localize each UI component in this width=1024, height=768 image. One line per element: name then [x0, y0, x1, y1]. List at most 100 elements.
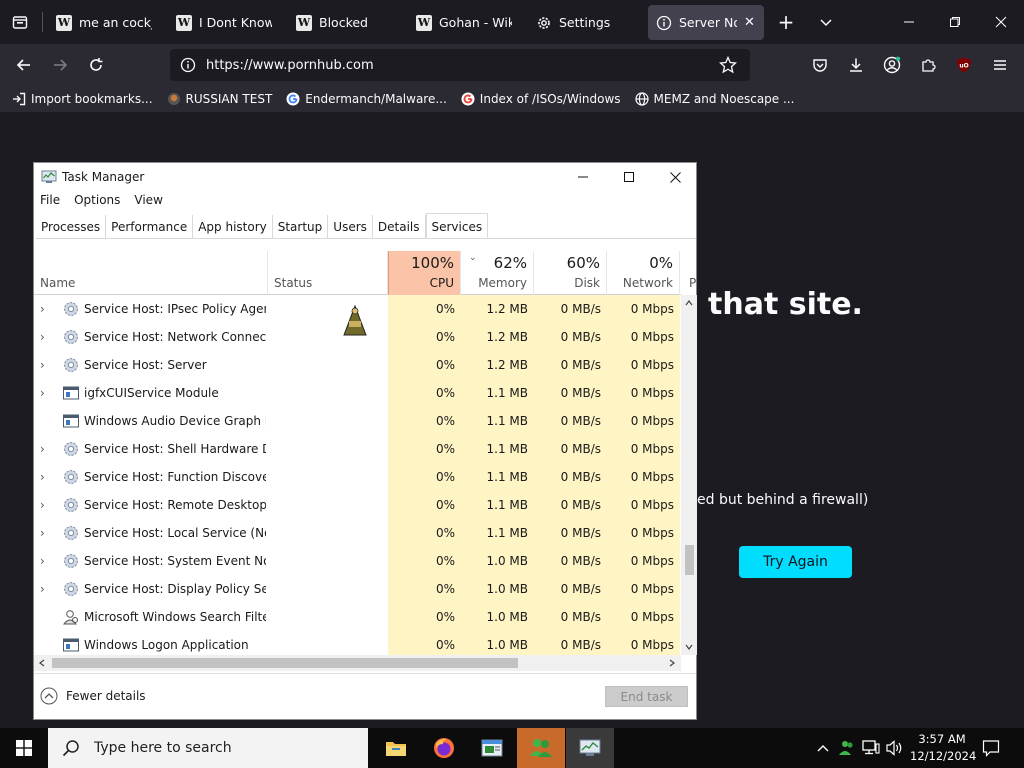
expand-chevron-icon[interactable]: › [40, 351, 52, 379]
tab-services[interactable]: Services [425, 213, 489, 238]
volume-icon[interactable] [886, 740, 904, 756]
task-manager-title-bar[interactable]: Task Manager [34, 163, 696, 191]
ublock-origin-icon[interactable]: uO [952, 53, 976, 77]
reload-icon[interactable] [84, 53, 108, 77]
table-row[interactable]: Windows Audio Device Graph Is... 0% 1.1 MB… [34, 407, 681, 435]
column-name[interactable]: Name [34, 251, 268, 295]
column-disk[interactable]: 60% Disk [534, 251, 607, 295]
bookmark-isos[interactable]: Index of /ISOs/Windows [461, 92, 621, 106]
bookmark-endermanch[interactable]: Endermanch/Malware... [286, 92, 447, 106]
new-tab-icon[interactable]: + [774, 10, 798, 34]
tab-performance[interactable]: Performance [106, 215, 194, 239]
maximize-button[interactable] [606, 163, 652, 191]
show-hidden-icons-chevron-icon[interactable] [816, 741, 830, 755]
task-manager-icon[interactable] [566, 728, 614, 768]
expand-chevron-icon[interactable]: › [40, 323, 52, 351]
process-disk: 0 MB/s [534, 575, 607, 603]
menu-view[interactable]: View [134, 193, 162, 213]
close-tab-icon[interactable]: ✕ [744, 15, 755, 30]
expand-chevron-icon[interactable]: › [40, 491, 52, 519]
table-row[interactable]: › Service Host: Function Discover... 0% 1.1… [34, 463, 681, 491]
tab-wiki-3[interactable]: W Blocked [288, 5, 400, 40]
menu-options[interactable]: Options [74, 193, 120, 213]
list-all-tabs-icon[interactable] [814, 10, 838, 34]
expand-chevron-icon[interactable]: › [40, 463, 52, 491]
tab-details[interactable]: Details [373, 215, 426, 239]
tab-wiki-2[interactable]: W I Dont Know H [168, 5, 280, 40]
info-icon[interactable] [180, 57, 196, 73]
tab-processes[interactable]: Processes [36, 215, 107, 239]
tab-users[interactable]: Users [328, 215, 373, 239]
expand-chevron-icon[interactable]: › [40, 547, 52, 575]
horizontal-scrollbar[interactable] [34, 655, 681, 671]
table-row[interactable]: › Service Host: Server 0% 1.2 MB 0 MB/s 0 Mbp… [34, 351, 681, 379]
url-input[interactable] [206, 57, 706, 73]
try-again-button[interactable]: Try Again [739, 546, 852, 578]
close-button[interactable] [652, 163, 698, 191]
column-status[interactable]: Status [268, 251, 388, 295]
tab-overview-icon[interactable] [8, 10, 32, 34]
table-row[interactable]: › Service Host: Local Service (No ... 0%1.… [34, 519, 681, 547]
table-row[interactable]: Windows Logon Application 0% 1.0 MB 0 MB/s 0… [34, 631, 681, 655]
tab-app-history[interactable]: App history [193, 215, 273, 239]
process-network: 0 Mbps [607, 575, 680, 603]
notepad-icon[interactable] [468, 728, 516, 768]
notifications-icon[interactable] [982, 739, 1000, 757]
table-row[interactable]: › Service Host: Shell Hardware De... 0%1.1… [34, 435, 681, 463]
menu-file[interactable]: File [40, 193, 60, 213]
firefox-icon[interactable] [420, 728, 468, 768]
end-task-button[interactable]: End task [605, 686, 688, 707]
expand-chevron-icon[interactable]: › [40, 575, 52, 603]
expand-chevron-icon[interactable]: › [40, 435, 52, 463]
account-icon[interactable] [880, 53, 904, 77]
horizontal-scroll-thumb[interactable] [52, 658, 518, 668]
tab-settings[interactable]: Settings [528, 5, 640, 40]
taskbar-clock[interactable]: 3:57 AM 12/12/2024 [910, 731, 976, 765]
taskbar-search-box[interactable] [48, 728, 368, 768]
table-row[interactable]: › igfxCUIService Module 0% 1.1 MB 0 MB/s 0 Mb… [34, 379, 681, 407]
expand-chevron-icon[interactable]: › [40, 519, 52, 547]
browser-minimize-icon[interactable] [886, 8, 932, 36]
expand-chevron-icon[interactable]: › [40, 295, 52, 323]
tab-server-not-found[interactable]: Server Not F ✕ [648, 5, 764, 40]
expand-chevron-icon[interactable]: › [40, 379, 52, 407]
tab-startup[interactable]: Startup [273, 215, 329, 239]
scroll-up-icon[interactable] [685, 299, 693, 307]
column-cpu[interactable]: 100% CPU [388, 251, 461, 295]
table-row[interactable]: Microsoft Windows Search Filte... 0% 1.0 M… [34, 603, 681, 631]
browser-restore-icon[interactable] [932, 8, 978, 36]
downloads-icon[interactable] [844, 53, 868, 77]
taskbar-search-input[interactable] [94, 740, 354, 756]
address-bar[interactable] [170, 49, 750, 81]
scroll-right-icon[interactable] [668, 659, 676, 667]
bookmark-import[interactable]: Import bookmarks... [12, 92, 153, 106]
tab-wiki-1[interactable]: W me an cockjo [48, 5, 160, 40]
pocket-icon[interactable] [808, 53, 832, 77]
scroll-down-icon[interactable] [685, 643, 693, 651]
hamburger-menu-icon[interactable] [988, 53, 1012, 77]
table-row[interactable]: › Service Host: Remote Desktop C... 0%1.1 … [34, 491, 681, 519]
bookmark-memz[interactable]: MEMZ and Noescape ... [634, 92, 794, 106]
browser-close-icon[interactable] [978, 8, 1024, 36]
table-row[interactable]: › Service Host: System Event Noti... 0%1.0… [34, 547, 681, 575]
extensions-puzzle-icon[interactable] [916, 53, 940, 77]
tray-users-icon[interactable] [838, 739, 856, 757]
table-row[interactable]: › Service Host: Display Policy Serv... 0%1… [34, 575, 681, 603]
tab-wiki-4[interactable]: W Gohan - Wikip [408, 5, 520, 40]
column-memory[interactable]: ⌄ 62% Memory [461, 251, 534, 295]
scroll-left-icon[interactable] [38, 659, 46, 667]
vertical-scroll-thumb[interactable] [685, 545, 694, 575]
green-users-icon[interactable] [517, 728, 565, 768]
process-cpu: 0% [388, 435, 461, 463]
vertical-scrollbar[interactable] [681, 295, 697, 655]
bookmark-russian-test[interactable]: RUSSIAN TEST [167, 92, 272, 106]
column-network[interactable]: 0% Network [607, 251, 680, 295]
network-icon[interactable] [862, 740, 880, 756]
bookmark-star-icon[interactable] [716, 53, 740, 77]
forward-arrow-icon[interactable] [48, 53, 72, 77]
start-button[interactable] [0, 728, 48, 768]
file-explorer-icon[interactable] [372, 728, 420, 768]
back-arrow-icon[interactable] [12, 53, 36, 77]
minimize-button[interactable] [560, 163, 606, 191]
fewer-details-toggle[interactable]: Fewer details [40, 687, 146, 705]
